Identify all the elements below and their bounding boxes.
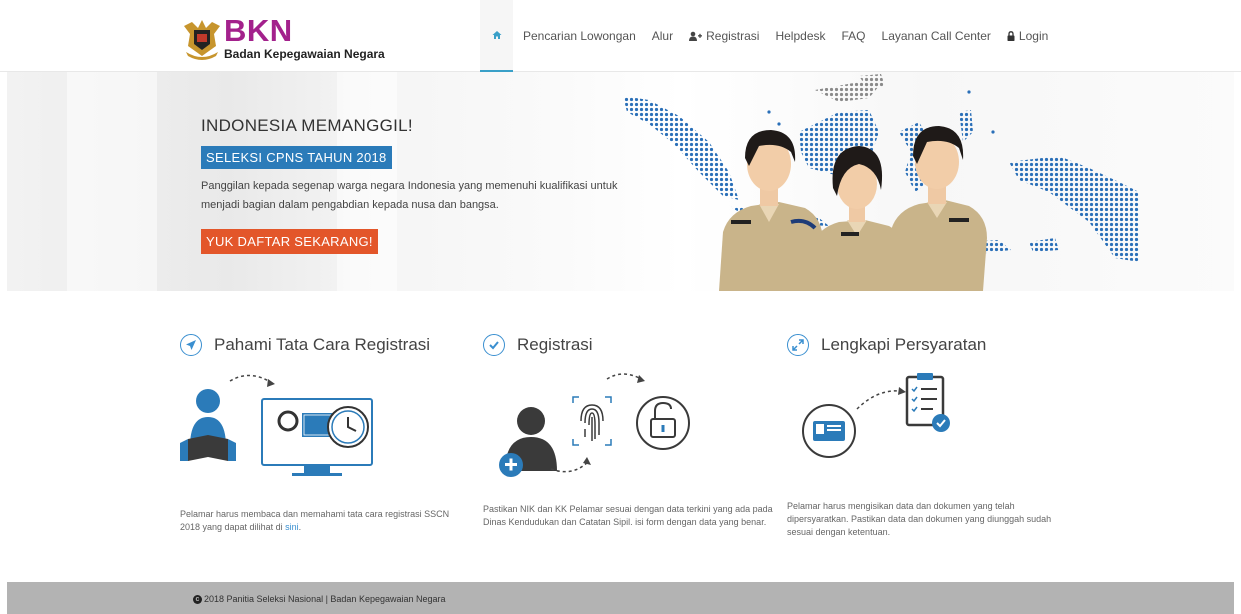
hero-bg-decoration bbox=[67, 72, 157, 291]
register-now-button[interactable]: YUK DAFTAR SEKARANG! bbox=[201, 229, 378, 254]
nav-login[interactable]: Login bbox=[999, 0, 1056, 72]
officer-illustration bbox=[887, 126, 987, 291]
footer-text: 2018 Panitia Seleksi Nasional | Badan Ke… bbox=[204, 594, 446, 604]
feature-header: Lengkapi Persyaratan bbox=[787, 333, 1087, 357]
site-footer: c 2018 Panitia Seleksi Nasional | Badan … bbox=[7, 582, 1234, 614]
feature-tata-cara: Pahami Tata Cara Registrasi Pelamar haru… bbox=[180, 333, 480, 532]
nav-registrasi[interactable]: Registrasi bbox=[681, 0, 767, 72]
nav-label: Layanan Call Center bbox=[881, 29, 991, 43]
sini-link[interactable]: sini bbox=[285, 522, 299, 532]
site-header: BKN Badan Kepegawaian Negara Pencarian L… bbox=[0, 0, 1241, 72]
nav-label: Alur bbox=[651, 29, 674, 43]
feature-title: Lengkapi Persyaratan bbox=[821, 335, 987, 354]
hero-content: INDONESIA MEMANGGIL! SELEKSI CPNS TAHUN … bbox=[201, 116, 641, 254]
feature-persyaratan: Lengkapi Persyaratan Pelamar harus mengi… bbox=[787, 333, 1087, 537]
bkn-logo[interactable]: BKN Badan Kepegawaian Negara bbox=[180, 12, 385, 62]
nav-alur[interactable]: Alur bbox=[644, 0, 681, 72]
nav-label: Login bbox=[1018, 29, 1049, 43]
nav-home[interactable] bbox=[480, 0, 513, 72]
hero-banner: INDONESIA MEMANGGIL! SELEKSI CPNS TAHUN … bbox=[7, 72, 1234, 291]
lock-icon bbox=[1007, 31, 1015, 41]
garuda-emblem-icon bbox=[184, 20, 220, 60]
feature-header: Pahami Tata Cara Registrasi bbox=[180, 333, 480, 357]
user-plus-icon bbox=[689, 31, 703, 41]
check-icon bbox=[483, 334, 505, 356]
feature-header: Registrasi bbox=[483, 333, 783, 357]
copyright-icon: c bbox=[193, 594, 202, 604]
footer-copyright: c 2018 Panitia Seleksi Nasional | Badan … bbox=[193, 594, 446, 604]
feature-description: Pastikan NIK dan KK Pelamar sesuai denga… bbox=[483, 504, 773, 527]
nav-faq[interactable]: FAQ bbox=[834, 0, 874, 72]
feature-description: Pelamar harus mengisikan data dan dokume… bbox=[787, 501, 1052, 537]
expand-icon bbox=[787, 334, 809, 356]
nav-label: Pencarian Lowongan bbox=[523, 29, 636, 43]
nav-label: FAQ bbox=[841, 29, 866, 43]
nav-layanan-call-center[interactable]: Layanan Call Center bbox=[874, 0, 999, 72]
home-icon bbox=[492, 31, 501, 39]
feature-description: Pelamar harus membaca dan memahami tata … bbox=[180, 508, 470, 534]
brand-subtitle: Badan Kepegawaian Negara bbox=[224, 47, 385, 61]
page: BKN Badan Kepegawaian Negara Pencarian L… bbox=[0, 0, 1241, 614]
registration-guide-illustration bbox=[180, 374, 373, 476]
hero-kicker: INDONESIA MEMANGGIL! bbox=[201, 116, 413, 135]
main-nav: Pencarian Lowongan Alur Registrasi Helpd… bbox=[480, 0, 1056, 72]
feature-text: Pelamar harus membaca dan memahami tata … bbox=[180, 509, 450, 532]
nav-label: Helpdesk bbox=[775, 29, 826, 43]
send-icon bbox=[180, 334, 202, 356]
hero-description: Panggilan kepada segenap warga negara In… bbox=[201, 180, 618, 211]
hero-badge: SELEKSI CPNS TAHUN 2018 bbox=[201, 146, 392, 169]
feature-title: Registrasi bbox=[517, 335, 593, 354]
registration-illustration bbox=[499, 373, 690, 477]
feature-title: Pahami Tata Cara Registrasi bbox=[214, 335, 431, 354]
requirements-illustration bbox=[802, 373, 950, 458]
nav-label: Registrasi bbox=[706, 29, 760, 43]
feature-text-end: . bbox=[298, 522, 302, 532]
hero-illustration bbox=[623, 74, 1139, 291]
feature-registrasi: Registrasi Pastikan NIK dan KK Pelamar s… bbox=[483, 333, 783, 527]
nav-pencarian-lowongan[interactable]: Pencarian Lowongan bbox=[513, 0, 644, 72]
nav-helpdesk[interactable]: Helpdesk bbox=[767, 0, 833, 72]
brand-title: BKN bbox=[224, 13, 293, 48]
